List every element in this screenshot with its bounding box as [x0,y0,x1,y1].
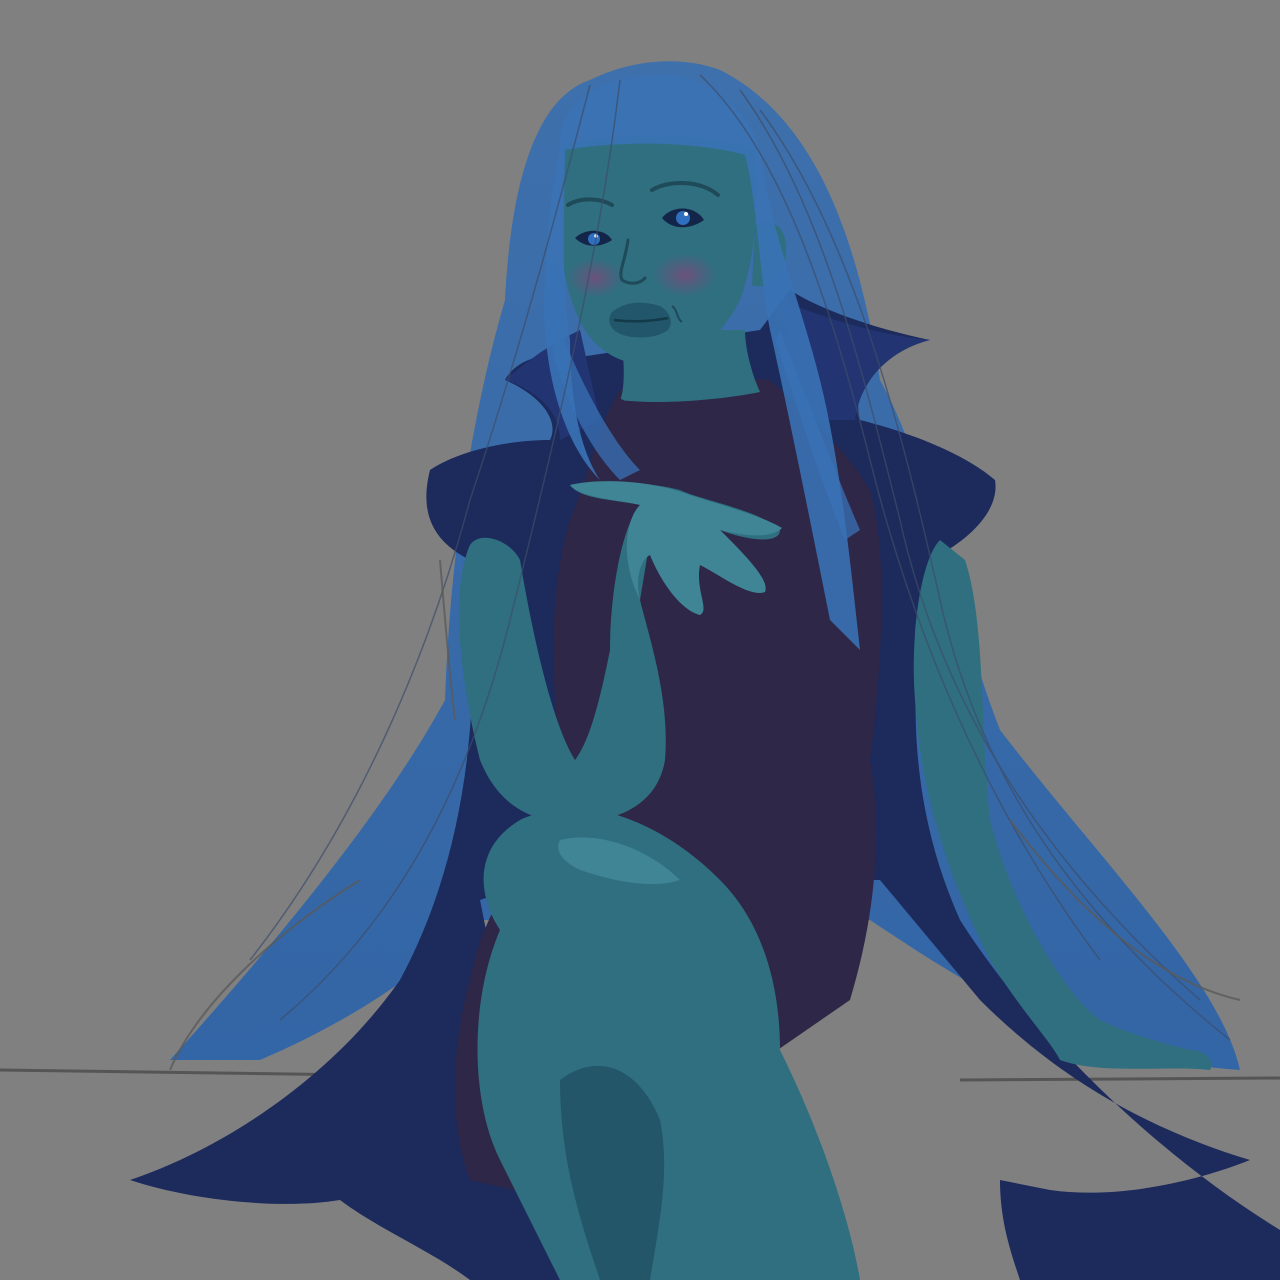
iris-left [588,233,600,245]
iris-right [676,211,690,225]
illustration [0,0,1280,1280]
blush-left [567,258,623,298]
artwork-canvas [0,0,1280,1280]
eye-right-shine [684,212,688,216]
blush-right [653,253,717,297]
